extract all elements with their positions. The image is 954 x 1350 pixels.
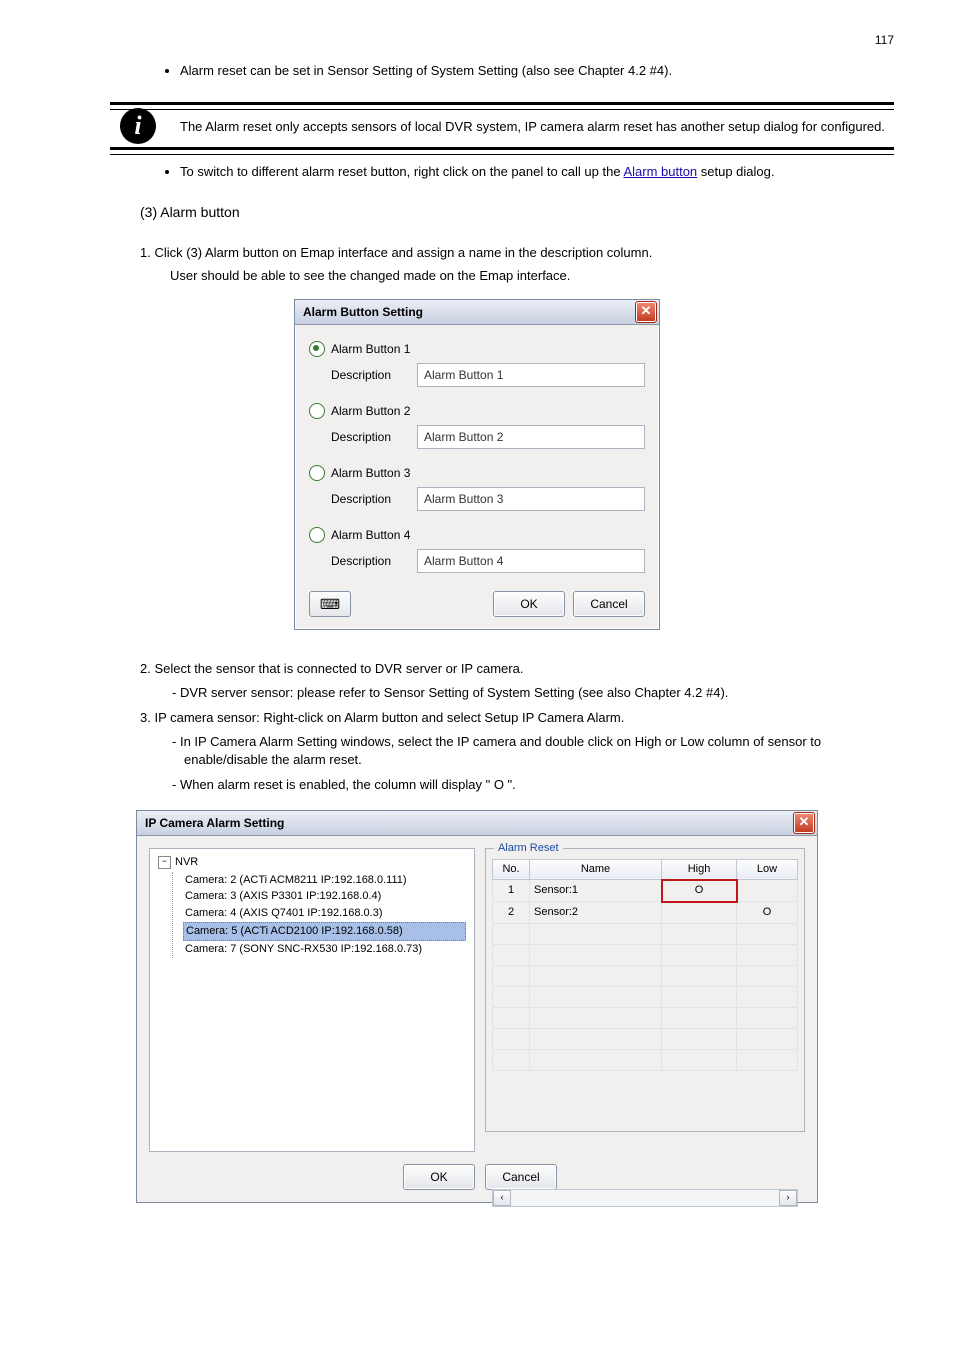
table-row — [493, 1007, 798, 1028]
tree-item[interactable]: Camera: 3 (AXIS P3301 IP:192.168.0.4) — [183, 888, 466, 905]
table-row — [493, 986, 798, 1007]
col-high[interactable]: High — [662, 859, 737, 879]
col-no[interactable]: No. — [493, 859, 530, 879]
radio-label-4: Alarm Button 4 — [331, 527, 410, 543]
desc-label-4: Description — [331, 553, 417, 569]
col-low[interactable]: Low — [737, 859, 798, 879]
step-3-dash-a: In IP Camera Alarm Setting windows, sele… — [170, 733, 894, 768]
scroll-left-icon[interactable]: ‹ — [493, 1190, 511, 1206]
note-line: The Alarm reset only accepts sensors of … — [180, 118, 894, 136]
table-row[interactable]: 1 Sensor:1 O — [493, 880, 798, 902]
table-row — [493, 923, 798, 944]
close-icon[interactable]: ✕ — [635, 301, 657, 323]
dialog2-title: IP Camera Alarm Setting — [145, 815, 284, 831]
desc-input-1[interactable]: Alarm Button 1 — [417, 363, 645, 387]
info-icon: i — [120, 108, 156, 144]
desc-label-1: Description — [331, 367, 417, 383]
desc-input-2[interactable]: Alarm Button 2 — [417, 425, 645, 449]
scroll-right-icon[interactable]: › — [779, 1190, 797, 1206]
tree-collapse-icon[interactable]: − — [158, 856, 171, 869]
radio-alarm-1[interactable] — [309, 341, 325, 357]
radio-alarm-3[interactable] — [309, 465, 325, 481]
tree-item-selected[interactable]: Camera: 5 (ACTi ACD2100 IP:192.168.0.58) — [183, 922, 466, 941]
col-name[interactable]: Name — [530, 859, 662, 879]
table-row[interactable]: 2 Sensor:2 O — [493, 902, 798, 924]
ok-button[interactable]: OK — [493, 591, 565, 617]
dialog1-title: Alarm Button Setting — [303, 304, 423, 320]
horizontal-scrollbar[interactable]: ‹ › — [492, 1189, 798, 1207]
alarm-reset-legend: Alarm Reset — [494, 841, 563, 856]
page-number: 117 — [875, 32, 894, 48]
step-2: 2. Select the sensor that is connected t… — [140, 660, 894, 678]
tree-root-label: NVR — [175, 855, 198, 870]
table-row — [493, 965, 798, 986]
step-3-dash-b: When alarm reset is enabled, the column … — [170, 776, 894, 794]
close-icon[interactable]: ✕ — [793, 812, 815, 834]
desc-input-3[interactable]: Alarm Button 3 — [417, 487, 645, 511]
ip-camera-alarm-setting-dialog: IP Camera Alarm Setting ✕ − NVR Camera: … — [136, 810, 818, 1203]
tree-item[interactable]: Camera: 2 (ACTi ACM8211 IP:192.168.0.111… — [183, 872, 466, 889]
tree-item[interactable]: Camera: 4 (AXIS Q7401 IP:192.168.0.3) — [183, 905, 466, 922]
desc-label-2: Description — [331, 429, 417, 445]
table-row — [493, 944, 798, 965]
radio-label-2: Alarm Button 2 — [331, 403, 410, 419]
step-2-dash: DVR server sensor: please refer to Senso… — [170, 684, 894, 702]
alarm-button-setting-dialog: Alarm Button Setting ✕ Alarm Button 1 De… — [294, 299, 660, 631]
radio-alarm-4[interactable] — [309, 527, 325, 543]
table-row — [493, 1049, 798, 1070]
radio-label-1: Alarm Button 1 — [331, 341, 410, 357]
bullet-1: Alarm reset can be set in Sensor Setting… — [180, 62, 894, 80]
radio-label-3: Alarm Button 3 — [331, 465, 410, 481]
alarm-reset-group: Alarm Reset No. Name High Low 1 Sensor:1… — [485, 848, 805, 1132]
section-label: (3) Alarm button — [140, 203, 894, 222]
keyboard-icon[interactable]: ⌨ — [309, 591, 351, 617]
desc-input-4[interactable]: Alarm Button 4 — [417, 549, 645, 573]
bullet-2: To switch to different alarm reset butto… — [180, 163, 894, 181]
radio-alarm-2[interactable] — [309, 403, 325, 419]
step-1-sub: User should be able to see the changed m… — [170, 267, 894, 285]
table-row — [493, 1028, 798, 1049]
cancel-button[interactable]: Cancel — [485, 1164, 557, 1190]
ok-button[interactable]: OK — [403, 1164, 475, 1190]
sensor1-high-cell: O — [662, 880, 737, 902]
sensor-table: No. Name High Low 1 Sensor:1 O 2 — [492, 859, 798, 1071]
step-1: 1. Click (3) Alarm button on Emap interf… — [140, 244, 894, 262]
cancel-button[interactable]: Cancel — [573, 591, 645, 617]
desc-label-3: Description — [331, 491, 417, 507]
tree-item[interactable]: Camera: 7 (SONY SNC-RX530 IP:192.168.0.7… — [183, 941, 466, 958]
step-3: 3. IP camera sensor: Right-click on Alar… — [140, 709, 894, 727]
camera-tree[interactable]: − NVR Camera: 2 (ACTi ACM8211 IP:192.168… — [149, 848, 475, 1152]
link-4-10-6[interactable]: Alarm button — [623, 164, 697, 179]
